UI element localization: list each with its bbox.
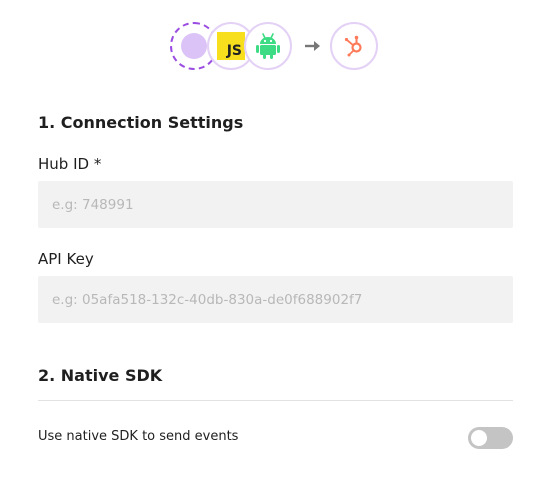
hub-id-input[interactable] [38, 181, 513, 228]
source-placeholder-dot [181, 33, 207, 59]
hub-id-label: Hub ID * [38, 155, 102, 173]
api-key-input[interactable] [38, 276, 513, 323]
native-sdk-toggle[interactable] [468, 427, 513, 449]
native-sdk-toggle-label: Use native SDK to send events [38, 429, 239, 444]
hubspot-destination-badge [330, 22, 378, 70]
hubspot-icon [344, 35, 362, 57]
api-key-label: API Key [38, 250, 94, 268]
section-divider [38, 400, 513, 401]
android-icon [256, 33, 280, 59]
arrow-right-icon [305, 41, 320, 51]
android-sdk-badge [244, 22, 292, 70]
integration-flow: JS [0, 18, 545, 74]
javascript-icon: JS [217, 32, 245, 60]
js-badge-text: JS [226, 43, 242, 59]
toggle-knob [471, 430, 487, 446]
connection-settings-heading: 1. Connection Settings [38, 113, 244, 132]
native-sdk-heading: 2. Native SDK [38, 366, 163, 385]
